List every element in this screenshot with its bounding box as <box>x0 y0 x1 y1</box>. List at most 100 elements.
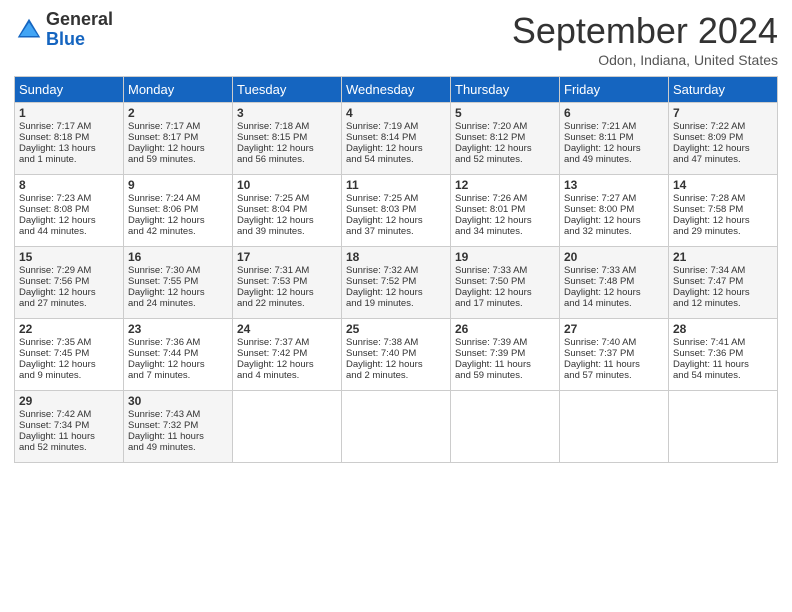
calendar-cell <box>560 391 669 463</box>
day-info: Sunrise: 7:17 AM <box>19 121 119 132</box>
day-info: Sunset: 7:32 PM <box>128 420 228 431</box>
day-number: 27 <box>564 322 664 336</box>
calendar-cell: 7Sunrise: 7:22 AMSunset: 8:09 PMDaylight… <box>669 103 778 175</box>
day-info: and 59 minutes. <box>128 154 228 165</box>
day-info: Sunset: 8:08 PM <box>19 204 119 215</box>
calendar-cell: 27Sunrise: 7:40 AMSunset: 7:37 PMDayligh… <box>560 319 669 391</box>
day-info: Daylight: 12 hours <box>346 287 446 298</box>
day-info: Sunrise: 7:19 AM <box>346 121 446 132</box>
day-info: Sunrise: 7:27 AM <box>564 193 664 204</box>
day-info: Sunset: 8:11 PM <box>564 132 664 143</box>
day-info: Daylight: 12 hours <box>128 143 228 154</box>
day-info: Sunset: 8:04 PM <box>237 204 337 215</box>
calendar-cell: 1Sunrise: 7:17 AMSunset: 8:18 PMDaylight… <box>15 103 124 175</box>
day-number: 4 <box>346 106 446 120</box>
day-info: and 59 minutes. <box>455 370 555 381</box>
day-number: 3 <box>237 106 337 120</box>
day-number: 24 <box>237 322 337 336</box>
day-info: Sunrise: 7:29 AM <box>19 265 119 276</box>
calendar-cell: 9Sunrise: 7:24 AMSunset: 8:06 PMDaylight… <box>124 175 233 247</box>
day-info: Daylight: 12 hours <box>455 215 555 226</box>
day-info: Daylight: 12 hours <box>237 287 337 298</box>
day-number: 20 <box>564 250 664 264</box>
day-info: Sunrise: 7:28 AM <box>673 193 773 204</box>
day-info: and 37 minutes. <box>346 226 446 237</box>
day-info: Sunset: 7:53 PM <box>237 276 337 287</box>
day-info: Daylight: 13 hours <box>19 143 119 154</box>
day-info: Sunset: 7:58 PM <box>673 204 773 215</box>
day-info: Daylight: 12 hours <box>673 143 773 154</box>
calendar-cell: 18Sunrise: 7:32 AMSunset: 7:52 PMDayligh… <box>342 247 451 319</box>
day-info: Sunrise: 7:38 AM <box>346 337 446 348</box>
day-info: and 56 minutes. <box>237 154 337 165</box>
day-number: 6 <box>564 106 664 120</box>
day-number: 11 <box>346 178 446 192</box>
day-info: Sunrise: 7:42 AM <box>19 409 119 420</box>
day-info: Daylight: 11 hours <box>455 359 555 370</box>
calendar-cell: 29Sunrise: 7:42 AMSunset: 7:34 PMDayligh… <box>15 391 124 463</box>
day-info: Daylight: 12 hours <box>19 215 119 226</box>
day-number: 14 <box>673 178 773 192</box>
day-info: Daylight: 12 hours <box>237 359 337 370</box>
day-number: 30 <box>128 394 228 408</box>
day-info: Sunset: 7:45 PM <box>19 348 119 359</box>
header: General Blue September 2024 Odon, Indian… <box>14 10 778 68</box>
day-number: 2 <box>128 106 228 120</box>
day-number: 7 <box>673 106 773 120</box>
day-info: and 24 minutes. <box>128 298 228 309</box>
day-info: Sunset: 7:40 PM <box>346 348 446 359</box>
day-info: and 52 minutes. <box>455 154 555 165</box>
logo-blue: Blue <box>46 30 113 50</box>
day-info: and 39 minutes. <box>237 226 337 237</box>
day-info: Daylight: 12 hours <box>564 143 664 154</box>
day-info: Sunset: 7:56 PM <box>19 276 119 287</box>
day-number: 19 <box>455 250 555 264</box>
calendar-cell: 19Sunrise: 7:33 AMSunset: 7:50 PMDayligh… <box>451 247 560 319</box>
day-info: Daylight: 11 hours <box>128 431 228 442</box>
day-info: Daylight: 12 hours <box>128 359 228 370</box>
day-info: Sunrise: 7:20 AM <box>455 121 555 132</box>
day-header-wednesday: Wednesday <box>342 77 451 103</box>
day-info: Sunrise: 7:39 AM <box>455 337 555 348</box>
day-info: Sunrise: 7:33 AM <box>564 265 664 276</box>
calendar-cell: 16Sunrise: 7:30 AMSunset: 7:55 PMDayligh… <box>124 247 233 319</box>
day-info: and 1 minute. <box>19 154 119 165</box>
day-number: 22 <box>19 322 119 336</box>
day-number: 10 <box>237 178 337 192</box>
day-info: Daylight: 12 hours <box>19 287 119 298</box>
calendar-cell: 25Sunrise: 7:38 AMSunset: 7:40 PMDayligh… <box>342 319 451 391</box>
calendar-table: SundayMondayTuesdayWednesdayThursdayFrid… <box>14 76 778 463</box>
day-number: 29 <box>19 394 119 408</box>
calendar-cell: 20Sunrise: 7:33 AMSunset: 7:48 PMDayligh… <box>560 247 669 319</box>
day-info: and 54 minutes. <box>346 154 446 165</box>
calendar-cell: 11Sunrise: 7:25 AMSunset: 8:03 PMDayligh… <box>342 175 451 247</box>
day-info: Sunset: 8:14 PM <box>346 132 446 143</box>
day-number: 17 <box>237 250 337 264</box>
day-number: 25 <box>346 322 446 336</box>
calendar-cell <box>233 391 342 463</box>
day-info: and 49 minutes. <box>128 442 228 453</box>
day-info: Sunset: 8:01 PM <box>455 204 555 215</box>
logo-text: General Blue <box>46 10 113 50</box>
day-info: Sunrise: 7:41 AM <box>673 337 773 348</box>
day-info: Daylight: 12 hours <box>346 359 446 370</box>
day-info: Sunrise: 7:23 AM <box>19 193 119 204</box>
day-header-sunday: Sunday <box>15 77 124 103</box>
day-info: and 29 minutes. <box>673 226 773 237</box>
day-info: Daylight: 12 hours <box>128 287 228 298</box>
day-info: and 9 minutes. <box>19 370 119 381</box>
day-info: Sunset: 7:52 PM <box>346 276 446 287</box>
day-info: Daylight: 12 hours <box>455 287 555 298</box>
day-info: Sunrise: 7:31 AM <box>237 265 337 276</box>
logo-icon <box>14 15 44 45</box>
day-info: and 7 minutes. <box>128 370 228 381</box>
day-info: Sunrise: 7:17 AM <box>128 121 228 132</box>
page-container: General Blue September 2024 Odon, Indian… <box>0 0 792 473</box>
day-number: 9 <box>128 178 228 192</box>
title-section: September 2024 Odon, Indiana, United Sta… <box>512 10 778 68</box>
day-info: Daylight: 12 hours <box>346 215 446 226</box>
day-info: Daylight: 12 hours <box>673 287 773 298</box>
day-info: Sunrise: 7:24 AM <box>128 193 228 204</box>
day-info: Daylight: 12 hours <box>237 215 337 226</box>
calendar-cell: 3Sunrise: 7:18 AMSunset: 8:15 PMDaylight… <box>233 103 342 175</box>
